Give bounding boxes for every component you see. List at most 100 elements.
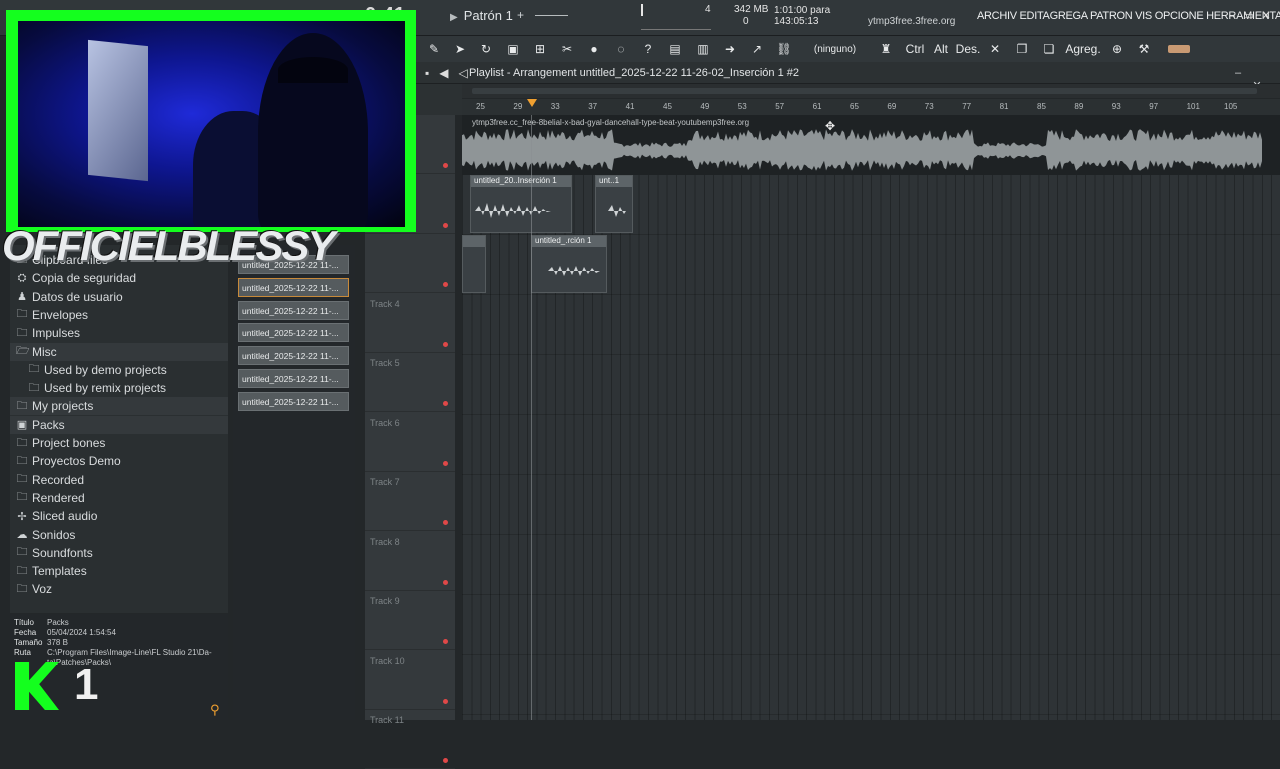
track-header[interactable]: Track 11 [365,710,455,769]
track-name: Track 11 [370,715,405,725]
track-header[interactable]: Track 7 [365,472,455,531]
browser-item[interactable]: 🗀 Used by remix projects [28,379,167,397]
track-header[interactable]: Track 9 [365,591,455,650]
ctrl-button[interactable]: Ctrl [904,39,926,59]
mixer-icon[interactable]: ⊞ [531,39,549,59]
browser-item[interactable]: ☁ Sonidos [16,526,76,544]
link-icon[interactable]: ⛓ [775,39,793,59]
streamer-brand-text: OFFICIELBLESSY [2,222,335,269]
browser-item[interactable]: ♟ Datos de usuario [16,288,123,306]
clip-track3-a[interactable] [462,235,486,293]
track-mute-led[interactable] [443,520,448,525]
bell-icon[interactable]: ♜ [877,39,895,59]
track-mute-led[interactable] [443,579,448,585]
track-mute-led[interactable] [443,460,448,466]
browser-item[interactable]: ✢ Sliced audio [16,507,97,525]
ruler-tick: 37 [588,102,598,111]
browser-item[interactable]: 🗀 Recorded [16,471,85,489]
playlist-icon[interactable]: ▤ [666,39,684,59]
browser-item[interactable]: 🗀 Proyectos Demo [16,452,121,470]
plugin-icon[interactable]: ↗ [748,39,766,59]
ruler-tick: 53 [737,102,747,111]
browser-item[interactable]: 🗀 Used by demo projects [28,361,167,379]
ruler-tick: 101 [1186,102,1200,111]
track-mute-led[interactable] [443,222,448,228]
undo-button[interactable]: Des. [956,39,981,59]
polyphony-count: 4 [705,4,711,15]
timeline-ruler[interactable]: 25 29 33 37 41 45 49 53 57 61 65 69 73 77 81 85 89 93 97 10… [462,99,1280,115]
browser-item[interactable]: 🗀 Voz [16,580,53,598]
snap-selector[interactable]: (ninguno) [801,39,869,59]
browser-item[interactable]: ▣ Packs [10,415,228,434]
alt-button[interactable]: Alt [932,39,950,59]
project-item[interactable]: untitled_2025-12-22 11-... [238,300,349,320]
track-mute-led[interactable] [443,698,448,704]
track-header[interactable]: Track 8 [365,532,455,591]
clip-track2-b[interactable]: unt..1 [595,175,633,233]
project-item[interactable]: untitled_2025-12-22 11-... [238,346,349,366]
scissors-icon[interactable]: ✕ [986,39,1004,59]
clip-label: untitled_.rción 1 [532,236,606,247]
ruler-tick: 41 [625,102,635,111]
audio-clip-track1[interactable]: ytmp3free.cc_free-8belial-x-bad-gyal-dan… [462,115,1280,175]
copy-icon[interactable]: ❐ [1013,39,1031,59]
loop-icon[interactable]: ↻ [477,39,495,59]
track-mute-led[interactable] [443,163,448,168]
project-item[interactable]: untitled_2025-12-22 11-... [238,391,349,411]
pattern-selector[interactable]: ▶ Patrón 1 [450,8,513,23]
clip-label [463,236,485,247]
track-mute-led[interactable] [443,282,448,287]
knob-icon[interactable]: ⊕ [1108,39,1126,59]
ruler-tick: 81 [999,102,1009,111]
browser-item[interactable]: 🗀 Project bones [16,434,106,452]
playlist-title: Playlist - Arrangement untitled_2025-12-… [469,67,799,79]
horizontal-scrollbar[interactable] [462,84,1280,98]
project-item[interactable]: untitled_2025-12-22 11-... [238,323,349,343]
scrollbar-thumb[interactable] [472,88,1257,94]
add-pattern-button[interactable]: + [517,8,524,22]
mic-icon[interactable]: ● [585,39,603,59]
track-header[interactable]: Track 4 [365,294,455,353]
track-mute-led[interactable] [443,639,448,644]
tempo-slider[interactable] [641,29,711,30]
add-button[interactable]: Agreg. [1065,39,1101,59]
playhead-marker[interactable] [527,99,537,107]
draw-tool-icon[interactable]: ✎ [425,39,443,59]
track-header[interactable]: Track 6 [365,413,455,472]
hint-bar-text: ytmp3free.3free.org [868,16,956,27]
browser-item[interactable]: 🗀 Soundfonts [16,544,93,562]
browser-item[interactable]: 🗀 Rendered [16,489,85,507]
track-header[interactable] [365,234,455,293]
track-mute-led[interactable] [443,758,448,763]
browser-item[interactable]: 🗁 Misc [10,342,228,361]
browser-item-label: Copia de seguridad [32,271,137,286]
arrow-right-icon[interactable]: ➜ [721,39,739,59]
playlist-grid[interactable] [462,115,1280,720]
clip-track3-b[interactable]: untitled_.rción 1 [531,235,607,293]
piano-roll-icon[interactable]: ▥ [693,39,713,59]
move-cursor-icon: ✥ [825,119,836,133]
browser-item[interactable]: 🗀 Impulses [16,324,81,342]
project-item[interactable]: untitled_2025-12-22 11-... [238,369,349,388]
help-icon[interactable]: ? [639,39,657,59]
paste-icon[interactable]: ❏ [1040,39,1058,59]
clip-track2-a[interactable]: untitled_20..Inserción 1 [470,175,572,233]
track-mute-led[interactable] [443,401,448,406]
folder-icon: 🗀 [16,582,28,595]
window-controls[interactable]: –▭✕ [1229,9,1279,22]
track-mute-led[interactable] [443,341,448,347]
paint-tool-icon[interactable]: ➤ [451,39,469,59]
color-swatch-icon[interactable] [1167,39,1191,59]
search-icon[interactable]: ⚲ [210,702,220,718]
cut-icon[interactable]: ✂ [558,39,576,59]
browser-item[interactable]: 🗀 Templates [16,562,87,580]
track-header[interactable]: Track 10 [365,651,455,710]
save-icon[interactable]: ▣ [504,39,522,59]
track-header[interactable]: Track 5 [365,353,455,412]
project-item[interactable]: untitled_2025-12-22 11-... [238,277,349,297]
comment-icon[interactable]: ◌ [612,39,630,59]
browser-item[interactable]: ⛭ Copia de seguridad [16,269,136,287]
browser-item[interactable]: 🗀 My projects [10,397,228,416]
browser-item[interactable]: 🗀 Envelopes [16,306,89,324]
cart-icon[interactable]: ⚒ [1135,39,1153,59]
